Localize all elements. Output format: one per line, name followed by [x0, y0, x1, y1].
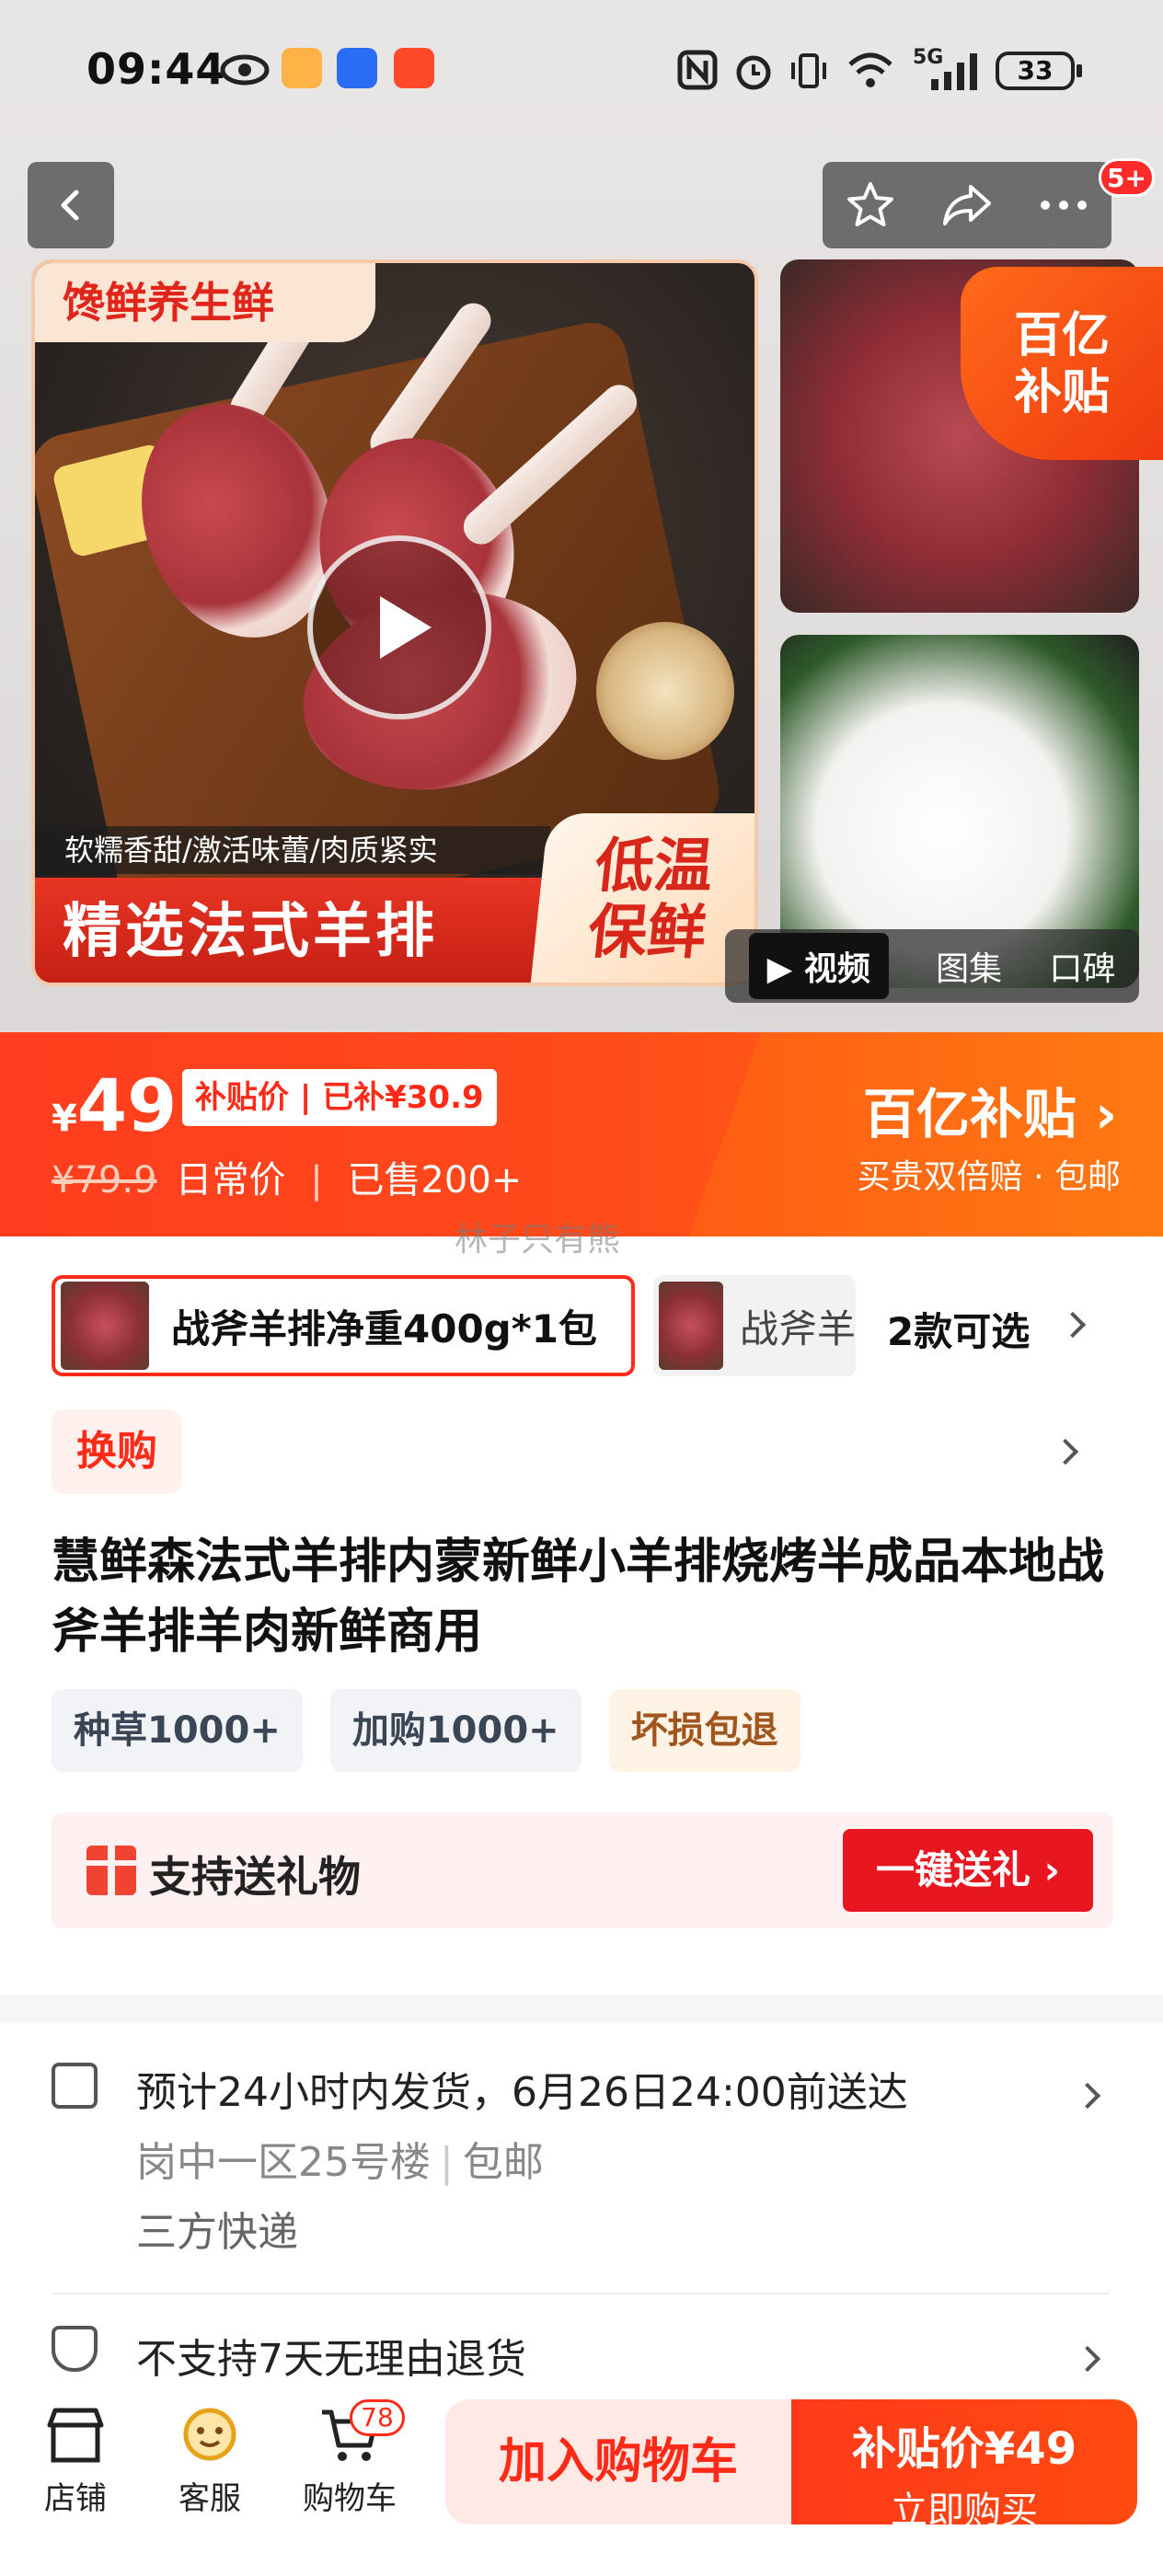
- subsidy-program-title[interactable]: 百亿补贴 ›: [863, 1071, 1117, 1148]
- sku-label: 战斧羊: [739, 1305, 856, 1351]
- sku-option[interactable]: 战斧羊: [653, 1275, 856, 1376]
- main-product-image[interactable]: 馋鲜养生鲜 软糯香甜/激活味蕾/肉质紧实 精选法式羊排 低温 保鲜: [31, 259, 758, 986]
- cart-label: 购物车: [303, 2480, 397, 2517]
- yi-badge-line-1: 百亿: [1013, 308, 1110, 363]
- add-to-cart-button[interactable]: 加入购物车: [445, 2399, 791, 2524]
- eye-icon: [220, 54, 270, 86]
- gift-bar: 支持送礼物 一键送礼 ›: [52, 1812, 1113, 1928]
- shield-icon: [52, 2326, 98, 2372]
- watermark: 林子只有熊: [455, 1221, 621, 1259]
- sku-label: 战斧羊排净重400g*1包: [171, 1305, 597, 1351]
- share-icon[interactable]: [939, 179, 995, 231]
- sold-count: 已售200+: [347, 1159, 523, 1202]
- cart-count-badge: 78: [350, 2399, 405, 2436]
- product-title: 慧鲜森法式羊排内蒙新鲜小羊排烧烤半成品本地战斧羊排羊肉新鲜商用: [52, 1535, 1105, 1660]
- chevron-left-icon: [61, 190, 79, 221]
- sku-option-selected[interactable]: 战斧羊排净重400g*1包: [52, 1275, 635, 1376]
- gift-label: 支持送礼物: [149, 1852, 361, 1902]
- status-bar: 09:44 5G 33: [0, 0, 1163, 147]
- status-time: 09:44: [86, 44, 226, 94]
- honor-app-icon: [337, 48, 377, 88]
- badge-line-1: 低温: [592, 833, 717, 901]
- message-badge: 5+: [1099, 158, 1155, 197]
- address-text: 岗中一区25号楼: [136, 2139, 431, 2186]
- tag-damage-return: 坏损包退: [608, 1689, 800, 1772]
- truck-icon: [52, 2063, 98, 2109]
- buy-now-button[interactable]: 补贴价¥49 立即购买: [791, 2399, 1137, 2532]
- image-banner: 精选法式羊排: [35, 878, 550, 983]
- back-button[interactable]: [28, 162, 114, 248]
- subsidy-chip: 补贴价 | 已补¥30.9: [182, 1069, 497, 1126]
- separator: |: [310, 1159, 323, 1202]
- sku-selector: 战斧羊排净重400g*1包 战斧羊 2款可选: [52, 1275, 1137, 1376]
- video-play-button[interactable]: [307, 535, 491, 719]
- slow-app-icon: [394, 48, 434, 88]
- separator: |: [440, 2139, 454, 2186]
- buy-price: 补贴价¥49: [851, 2423, 1077, 2475]
- customer-service-button[interactable]: 客服: [155, 2407, 265, 2518]
- product-gallery-area: 09:44 5G 33 5+ 馋鲜养生鲜 软糯香甜/激活味蕾/肉质紧实 精选法式…: [0, 0, 1163, 1032]
- price-value: 49: [76, 1065, 178, 1148]
- battery-indicator: 33: [996, 52, 1082, 90]
- service-label: 客服: [178, 2480, 241, 2517]
- buy-now-label: 立即购买: [891, 2490, 1038, 2532]
- shop-label: 店铺: [44, 2480, 107, 2517]
- image-tag-top: 馋鲜养生鲜: [35, 263, 375, 342]
- send-gift-button[interactable]: 一键送礼 ›: [843, 1829, 1093, 1912]
- chevron-right-icon[interactable]: [1059, 1311, 1087, 1339]
- badge-line-2: 保鲜: [584, 899, 710, 967]
- price-symbol: ¥: [52, 1098, 77, 1140]
- bottom-action-bar: 店铺 客服 购物车 78 加入购物车 补贴价¥49 立即购买: [0, 2388, 1163, 2576]
- nfc-icon: [677, 50, 718, 90]
- media-tabs: ▶ 视频 图集 口碑: [725, 929, 1139, 1003]
- more-icon[interactable]: [1038, 198, 1089, 213]
- signal-icon: [931, 53, 977, 90]
- shipping-text: 包邮: [462, 2139, 544, 2186]
- tab-reviews[interactable]: 口碑: [1049, 942, 1115, 990]
- favorite-star-icon[interactable]: [845, 179, 896, 231]
- subsidy-program-subtitle: 买贵双倍赔 · 包邮: [857, 1158, 1121, 1196]
- old-price-label: 日常价: [175, 1159, 286, 1202]
- image-subtitle: 软糯香甜/激活味蕾/肉质紧实: [35, 826, 550, 874]
- current-price: ¥49: [52, 1065, 177, 1148]
- top-action-group: [823, 162, 1111, 248]
- delivery-estimate: 预计24小时内发货，6月26日24:00前送达: [136, 2069, 908, 2116]
- app-notification-icon: [282, 48, 322, 88]
- chevron-right-icon[interactable]: [1052, 1438, 1079, 1466]
- image-badge: 低温 保鲜: [529, 813, 754, 983]
- trade-in-tag[interactable]: 换购: [52, 1409, 182, 1494]
- chevron-right-icon[interactable]: [1074, 2345, 1101, 2373]
- sku-thumbnail: [659, 1282, 723, 1370]
- tab-gallery[interactable]: 图集: [936, 942, 1002, 990]
- sku-count[interactable]: 2款可选: [887, 1301, 1030, 1357]
- divider: [52, 2293, 1110, 2294]
- shop-button[interactable]: 店铺: [20, 2407, 131, 2518]
- wifi-icon: [848, 52, 892, 87]
- tag-recommend: 种草1000+: [52, 1689, 303, 1772]
- delivery-address: 岗中一区25号楼 | 包邮: [136, 2129, 544, 2188]
- alarm-icon: [736, 55, 771, 90]
- tag-added-to-cart: 加购1000+: [329, 1689, 582, 1772]
- garlic: [596, 622, 734, 760]
- gift-icon: [86, 1846, 136, 1895]
- return-policy[interactable]: 不支持7天无理由退货: [136, 2326, 526, 2385]
- vibrate-icon: [791, 53, 826, 88]
- chevron-right-icon[interactable]: [1074, 2082, 1101, 2110]
- yi-badge-line-2: 补贴: [1013, 365, 1110, 420]
- tab-video[interactable]: ▶ 视频: [748, 933, 889, 999]
- courier: 三方快递: [136, 2209, 298, 2256]
- sku-thumbnail: [61, 1282, 149, 1370]
- billion-subsidy-badge: 百亿 补贴: [961, 267, 1163, 460]
- tab-video-label: 视频: [803, 950, 870, 988]
- old-price: ¥79.9: [52, 1159, 157, 1202]
- product-tags: 种草1000+ 加购1000+ 坏损包退: [52, 1689, 800, 1772]
- store-icon: [47, 2408, 104, 2463]
- price-secondary: ¥79.9 日常价 | 已售200+: [52, 1150, 522, 1203]
- price-banner: ¥49 补贴价 | 已补¥30.9 ¥79.9 日常价 | 已售200+ 百亿补贴…: [0, 1032, 1163, 1236]
- section-divider: [0, 1995, 1163, 2022]
- customer-service-icon: [183, 2408, 236, 2461]
